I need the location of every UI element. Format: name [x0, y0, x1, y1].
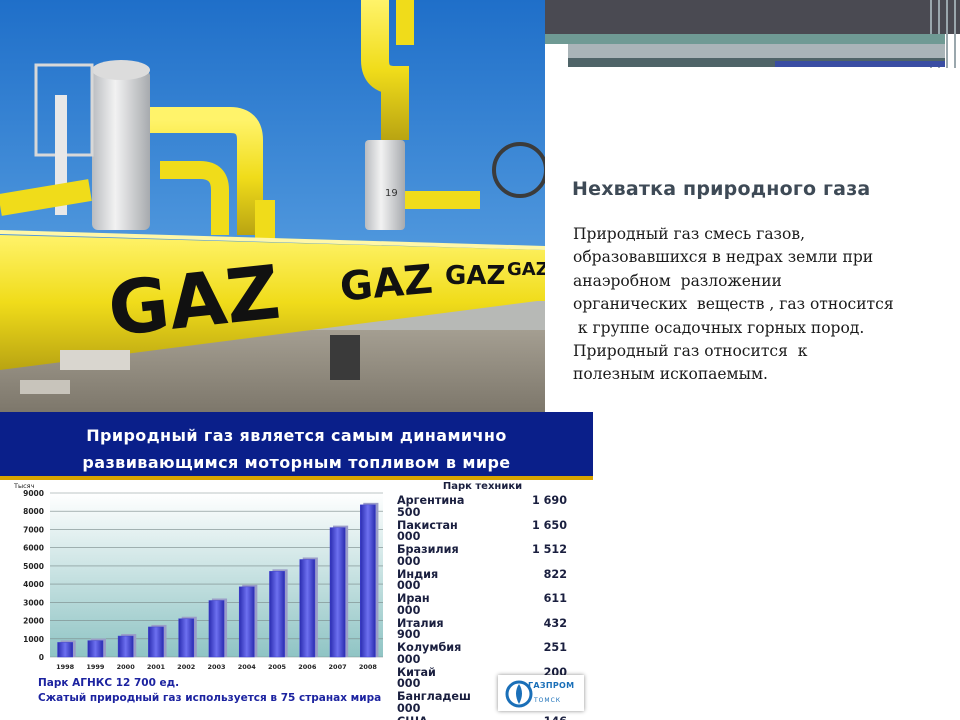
fleet-count: 611: [543, 592, 567, 605]
fleet-count: 1 650: [531, 518, 567, 532]
decoration-stripe-teal: [545, 34, 945, 44]
chart-bar-2003: [208, 600, 225, 658]
chart-bar-2008: [360, 504, 376, 658]
header-decoration-bar: [545, 0, 960, 68]
chart-y-tick-label: 2000: [23, 617, 44, 626]
infographic-header-line-1: Природный газ является самым динамично: [86, 426, 507, 445]
chart-x-tick-label: 2004: [238, 663, 257, 671]
slide-title: Нехватка природного газа: [572, 178, 871, 200]
fleet-count-continuation: 000: [397, 652, 421, 666]
fleet-row: Индия 822 000: [395, 568, 570, 593]
chart-x-tick-label: 2005: [268, 663, 287, 671]
chart-x-tick-label: 2007: [329, 663, 347, 671]
gas-tank: [92, 70, 150, 230]
body-line: Природный газ относится к: [573, 342, 808, 361]
fleet-row: Аргентина 1 690 500: [395, 494, 570, 519]
pipe-lettering-gaz-4: GAZ: [507, 259, 545, 280]
chart-bar-2001: [148, 626, 164, 658]
fleet-count: 146: [544, 715, 567, 720]
pipe-lettering-gaz-3: GAZ: [445, 261, 505, 291]
chart-bar-2005: [269, 571, 285, 658]
chart-x-tick-label: 2000: [117, 663, 136, 671]
chart-y-tick-label: 5000: [23, 562, 44, 571]
pipe-lettering-gaz-large: GAZ: [104, 250, 284, 353]
chart-bar-2000: [117, 635, 134, 658]
fleet-row: Иран 611 000: [395, 592, 570, 617]
pipe-lettering-gaz-2: GAZ: [338, 257, 434, 311]
pipeline-illustration: 19 GAZ GAZ GAZ GAZ: [0, 0, 545, 412]
chart-bar-1998: [57, 642, 73, 658]
chart-bar-2006: [299, 559, 316, 658]
fleet-country: США: [397, 715, 428, 720]
fleet-row: Колумбия 251 000: [395, 641, 570, 666]
chart-y-tick-label: 6000: [23, 544, 44, 553]
infographic-header: Природный газ является самым динамично р…: [0, 412, 593, 478]
chart-bar-2004: [238, 586, 255, 658]
gazprom-logo: ГАЗПРОМ ТОМСК: [498, 675, 584, 711]
chart-bar-2002: [178, 618, 195, 658]
cng-stations-note: Парк АГНКС 12 700 ед.: [38, 677, 180, 689]
fleet-count-continuation: 000: [397, 554, 421, 568]
chart-y-tick-label: 7000: [23, 525, 44, 534]
fleet-count-continuation: 000: [397, 701, 421, 715]
body-line: к группе осадочных горных пород.: [573, 318, 865, 337]
chart-x-tick-label: 1998: [56, 663, 75, 671]
fleet-count-continuation: 000: [397, 603, 421, 617]
body-line: полезным ископаемым.: [573, 365, 768, 384]
chart-bar-2007: [329, 527, 346, 658]
fleet-row: Бразилия 1 512 000: [395, 543, 570, 568]
logo-subtext: ТОМСК: [534, 697, 562, 704]
fleet-count: 1 690: [531, 494, 567, 507]
body-line: образовавшихся в недрах земли при: [573, 248, 874, 267]
chart-y-tick-label: 8000: [23, 507, 44, 516]
fleet-row: США 146: [395, 715, 570, 720]
chart-y-tick-label: 4000: [23, 580, 44, 589]
fleet-row: Италия 432 900: [395, 617, 570, 642]
chart-y-tick-label: 3000: [23, 598, 44, 607]
vehicle-fleet-title: Парк техники: [442, 481, 523, 492]
logo-text: ГАЗПРОМ: [528, 681, 575, 690]
chart-y-tick-label: 0: [39, 653, 44, 662]
chart-x-tick-label: 2002: [177, 663, 195, 671]
fleet-count: 822: [543, 567, 567, 581]
fleet-count-continuation: 000: [397, 677, 421, 690]
chart-bar-1999: [87, 640, 104, 658]
fleet-count: 251: [543, 641, 567, 654]
fleet-count-continuation: 900: [397, 628, 421, 641]
slide-body: Природный газ смесь газов, образовавшихс…: [573, 223, 933, 387]
fleet-count-continuation: 000: [397, 579, 421, 592]
fleet-count: 1 512: [531, 543, 567, 556]
cng-countries-note: Сжатый природный газ используется в 75 с…: [38, 692, 382, 704]
chart-x-tick-label: 2008: [359, 663, 378, 671]
chart-x-tick-label: 2003: [207, 663, 225, 671]
infographic-header-line-2: развивающимся моторным топливом в мире: [82, 453, 511, 472]
valve-number: 19: [385, 188, 398, 199]
chart-y-tick-label: 1000: [23, 635, 44, 644]
decoration-stripe-grey: [568, 44, 945, 58]
body-line: Природный газ смесь газов,: [573, 225, 805, 243]
chart-x-tick-label: 2006: [298, 663, 317, 671]
ngv-fleet-bar-chart: Тысяч 0100020003000400050006000700080009…: [13, 482, 383, 671]
body-line: анаэробном разложении: [573, 271, 782, 290]
chart-x-tick-label: 1999: [86, 663, 105, 671]
decoration-stripe-blue: [775, 61, 945, 67]
fleet-row: Пакистан 1 650 000: [395, 519, 570, 544]
ngv-infographic: Природный газ является самым динамично р…: [0, 412, 593, 720]
gas-pipeline-photo: 19 GAZ GAZ GAZ GAZ: [0, 0, 545, 412]
chart-y-tick-label: 9000: [23, 489, 44, 498]
fleet-count-continuation: 000: [397, 530, 421, 543]
chart-x-tick-label: 2001: [147, 663, 166, 671]
fleet-count-continuation: 500: [397, 505, 421, 519]
fleet-count: 432: [543, 616, 567, 630]
body-line: органических веществ , газ относится: [573, 295, 894, 314]
